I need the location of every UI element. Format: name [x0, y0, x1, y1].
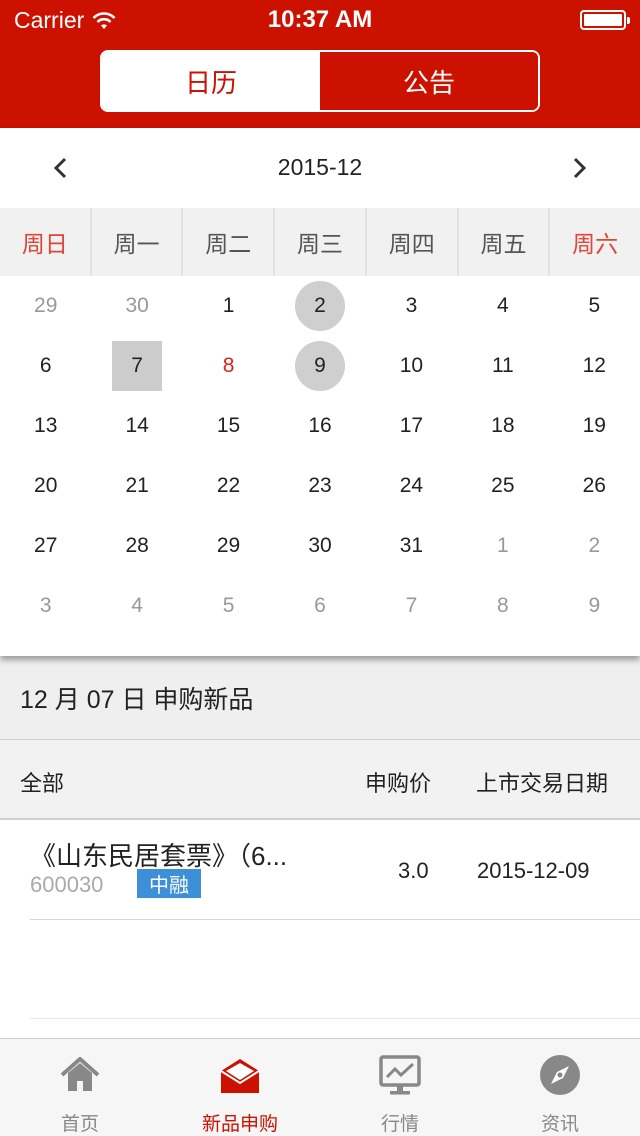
calendar-day[interactable]: 22 [183, 456, 274, 516]
calendar-day[interactable]: 17 [366, 396, 457, 456]
calendar-day[interactable]: 13 [0, 396, 91, 456]
calendar-day[interactable]: 31 [366, 516, 457, 576]
chart-monitor-icon [379, 1055, 421, 1095]
calendar-day[interactable]: 3 [366, 276, 457, 336]
status-time: 10:37 AM [267, 6, 373, 33]
calendar-day[interactable]: 24 [366, 456, 457, 516]
calendar-day[interactable]: 6 [0, 336, 91, 396]
list-divider [30, 1018, 640, 1019]
battery-icon [580, 10, 630, 30]
product-list: 12 月 07 日 申购新品 全部 申购价 上市交易日期 《山东民居套票》（6.… [0, 656, 640, 1038]
calendar-day[interactable]: 4 [91, 576, 182, 636]
envelope-icon [220, 1059, 260, 1093]
calendar-day-selected[interactable]: 7 [91, 336, 182, 396]
tab-news[interactable]: 资讯 [480, 1039, 640, 1136]
calendar-day[interactable]: 18 [457, 396, 548, 456]
calendar-day[interactable]: 19 [549, 396, 640, 456]
weekday-tue: 周二 [183, 208, 276, 276]
calendar-day[interactable]: 29 [0, 276, 91, 336]
tab-bar: 首页 新品申购 行情 资讯 [0, 1038, 640, 1136]
calendar-day[interactable]: 15 [183, 396, 274, 456]
tab-news-label: 资讯 [540, 1114, 579, 1135]
segmented-control: 日历 公告 [100, 50, 540, 112]
calendar-day[interactable]: 30 [91, 276, 182, 336]
calendar-day[interactable]: 25 [457, 456, 548, 516]
home-icon [60, 1057, 100, 1091]
tab-new-products-label: 新品申购 [201, 1114, 278, 1135]
calendar-day-marked[interactable]: 2 [274, 276, 365, 336]
weekday-sun: 周日 [0, 208, 92, 276]
calendar-day-today[interactable]: 8 [183, 336, 274, 396]
product-name: 《山东民居套票》（6... [30, 841, 288, 871]
calendar-grid: 29 30 1 2 3 4 5 6 7 8 9 10 11 12 13 14 1… [0, 276, 640, 636]
next-month-button[interactable] [562, 150, 598, 186]
section-title: 12 月 07 日 申购新品 [0, 656, 640, 740]
tab-new-products[interactable]: 新品申购 [160, 1039, 320, 1136]
calendar-day[interactable]: 16 [274, 396, 365, 456]
calendar-day[interactable]: 7 [366, 576, 457, 636]
weekday-sat: 周六 [572, 231, 619, 257]
header-price: 申购价 [365, 771, 432, 796]
calendar-day[interactable]: 1 [457, 516, 548, 576]
calendar-day[interactable]: 11 [457, 336, 548, 396]
filter-all[interactable]: 全部 [20, 766, 64, 798]
tab-market-label: 行情 [380, 1114, 419, 1135]
calendar-day[interactable]: 12 [549, 336, 640, 396]
calendar-day[interactable]: 29 [183, 516, 274, 576]
weekday-mon: 周一 [92, 208, 184, 276]
calendar-day[interactable]: 5 [183, 576, 274, 636]
segment-calendar[interactable]: 日历 [102, 52, 320, 110]
calendar-day[interactable]: 30 [274, 516, 365, 576]
calendar-day[interactable]: 9 [549, 576, 640, 636]
chevron-right-icon [573, 157, 587, 179]
tab-home[interactable]: 首页 [0, 1039, 160, 1136]
weekday-thu: 周四 [367, 208, 459, 276]
header-listing-date: 上市交易日期 [476, 771, 609, 796]
month-title: 2015-12 [277, 154, 363, 180]
calendar-panel: 2015-12 周日 周一 周二 周三 周四 周五 周六 29 30 1 2 3… [0, 128, 640, 656]
tab-market[interactable]: 行情 [320, 1039, 480, 1136]
calendar-day[interactable]: 5 [549, 276, 640, 336]
calendar-day[interactable]: 26 [549, 456, 640, 516]
weekday-fri: 周五 [459, 208, 551, 276]
weekday-header: 周日 周一 周二 周三 周四 周五 周六 [0, 208, 640, 276]
calendar-day[interactable]: 6 [274, 576, 365, 636]
status-bar: Carrier 10:37 AM [0, 0, 640, 40]
calendar-day[interactable]: 1 [183, 276, 274, 336]
calendar-day[interactable]: 28 [91, 516, 182, 576]
segment-announcement[interactable]: 公告 [320, 52, 538, 110]
tab-home-label: 首页 [60, 1114, 99, 1135]
weekday-wed: 周三 [275, 208, 367, 276]
calendar-day[interactable]: 2 [549, 516, 640, 576]
calendar-day[interactable]: 3 [0, 576, 91, 636]
month-nav: 2015-12 [0, 128, 640, 208]
row-divider [30, 919, 640, 920]
table-header: 全部 申购价 上市交易日期 [0, 740, 640, 820]
calendar-day[interactable]: 20 [0, 456, 91, 516]
product-code: 600030 [30, 872, 104, 897]
table-row[interactable]: 《山东民居套票》（6... 600030 中融 3.0 2015-12-09 [0, 820, 640, 920]
compass-icon [540, 1055, 580, 1095]
calendar-day[interactable]: 8 [457, 576, 548, 636]
calendar-day[interactable]: 21 [91, 456, 182, 516]
calendar-day-marked[interactable]: 9 [274, 336, 365, 396]
product-price: 3.0 [398, 858, 429, 883]
calendar-day[interactable]: 23 [274, 456, 365, 516]
header: Carrier 10:37 AM 日历 公告 [0, 0, 640, 128]
product-listing-date: 2015-12-09 [477, 858, 590, 883]
calendar-day[interactable]: 14 [91, 396, 182, 456]
calendar-day[interactable]: 27 [0, 516, 91, 576]
calendar-day[interactable]: 10 [366, 336, 457, 396]
calendar-day[interactable]: 4 [457, 276, 548, 336]
product-tag: 中融 [137, 869, 201, 898]
